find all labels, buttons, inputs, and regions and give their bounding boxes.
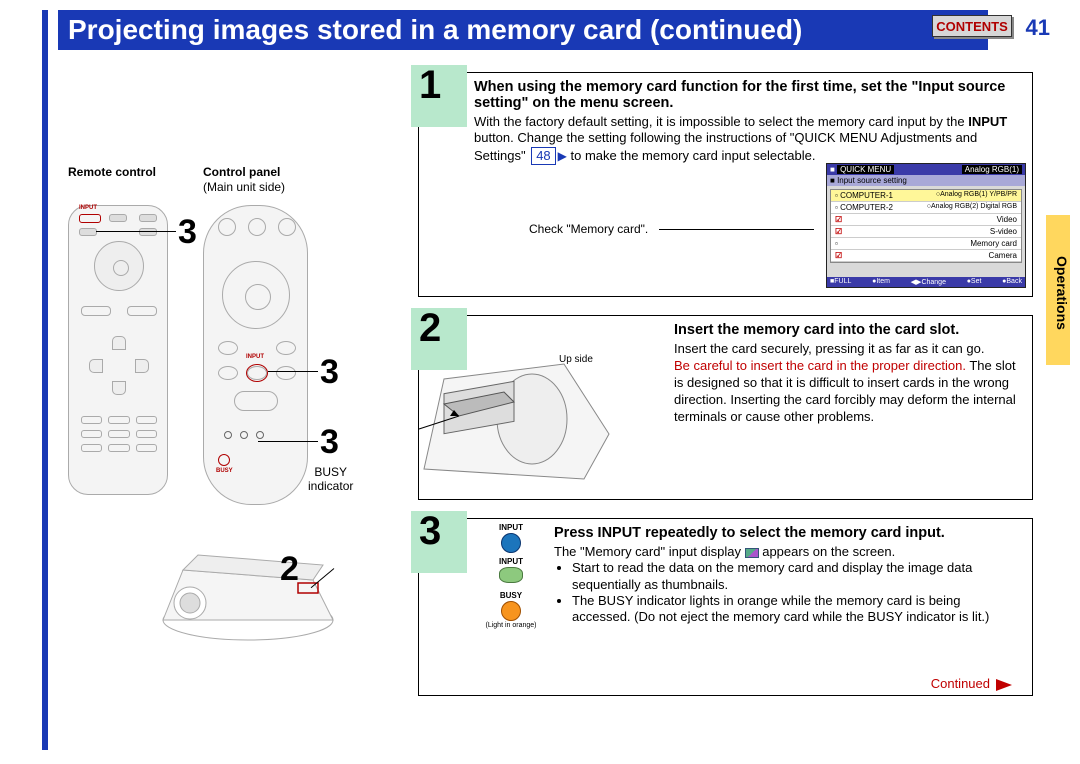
callout-line bbox=[659, 229, 814, 230]
step-1-box: 1 When using the memory card function fo… bbox=[418, 72, 1033, 297]
section-tab-operations[interactable]: Operations bbox=[1046, 215, 1070, 365]
step-ref-3: 3 bbox=[320, 353, 339, 392]
remote-arrows bbox=[89, 336, 149, 396]
busy-label: BUSY bbox=[471, 591, 551, 600]
qm-title: QUICK MENU bbox=[837, 165, 894, 174]
qm-mode: Analog RGB(1) bbox=[962, 165, 1022, 174]
manual-page: Projecting images stored in a memory car… bbox=[0, 0, 1080, 764]
text: Insert the card securely, pressing it as… bbox=[674, 341, 1022, 358]
text: appears on the screen. bbox=[762, 544, 895, 559]
busy-led-orange-icon bbox=[501, 601, 521, 621]
warning-text: Be careful to insert the card in the pro… bbox=[674, 358, 966, 373]
qm-sub: Input source setting bbox=[837, 176, 907, 185]
qm-item: COMPUTER-1 bbox=[840, 191, 893, 200]
step-1-badge: 1 bbox=[411, 65, 467, 127]
page-ref-link[interactable]: 48 bbox=[531, 147, 555, 165]
cp-row bbox=[218, 341, 296, 355]
cp-busy-led bbox=[218, 454, 230, 466]
text: With the factory default setting, it is … bbox=[474, 114, 968, 129]
control-panel-sublabel: (Main unit side) bbox=[203, 180, 285, 194]
input-bold: INPUT bbox=[968, 114, 1007, 129]
text: The "Memory card" input display bbox=[554, 544, 745, 559]
step-ref-2: 2 bbox=[280, 550, 299, 589]
busy-indicator-label: BUSY indicator bbox=[308, 465, 353, 493]
page-number: 41 bbox=[1026, 15, 1050, 41]
input-label: INPUT bbox=[471, 523, 551, 532]
left-rule bbox=[42, 10, 48, 750]
step-2-heading: Insert the memory card into the card slo… bbox=[674, 322, 1022, 338]
qm-item: Video bbox=[997, 215, 1017, 224]
remote-grid bbox=[81, 416, 157, 452]
step-3-body: Press INPUT repeatedly to select the mem… bbox=[554, 525, 1022, 625]
continued-label: Continued bbox=[931, 676, 1012, 691]
step-2-box: 2 Up side Insert the memory card into th… bbox=[418, 315, 1033, 500]
remote-btn bbox=[139, 228, 157, 236]
remote-row bbox=[81, 306, 157, 318]
qm-item-memory-card: Memory card bbox=[970, 239, 1017, 248]
content-area: Remote control Control panel (Main unit … bbox=[58, 60, 1040, 754]
light-in-orange-label: (Light in orange) bbox=[471, 622, 551, 629]
remote-input-label: INPUT bbox=[79, 205, 97, 211]
remote-dpad bbox=[94, 241, 144, 291]
memory-card-osd-icon bbox=[745, 548, 759, 558]
card-slot-illustration bbox=[414, 344, 614, 489]
step-1-body: With the factory default setting, it is … bbox=[474, 114, 1024, 165]
step-2-number: 2 bbox=[419, 308, 441, 348]
step-1-heading: When using the memory card function for … bbox=[474, 79, 1022, 111]
remote-control-label: Remote control bbox=[68, 165, 156, 179]
page-title: Projecting images stored in a memory car… bbox=[58, 10, 988, 50]
cp-input-label: INPUT bbox=[246, 354, 264, 360]
control-panel-label: Control panel bbox=[203, 165, 280, 179]
projector-illustration bbox=[138, 525, 338, 645]
step-ref-3: 3 bbox=[178, 213, 197, 252]
step-2-body: Insert the card securely, pressing it as… bbox=[674, 341, 1022, 425]
quick-menu-screenshot: ■ QUICK MENUAnalog RGB(1) ■ Input source… bbox=[826, 163, 1026, 288]
cp-input-highlight bbox=[246, 364, 268, 382]
input-button-blue-icon bbox=[501, 533, 521, 553]
cp-leds bbox=[224, 431, 264, 439]
step-3-box: 3 INPUT INPUT BUSY (Light in orange) Pre… bbox=[418, 518, 1033, 696]
cp-btn bbox=[218, 218, 236, 236]
step-3-number: 3 bbox=[419, 511, 441, 551]
remote-control-illustration: INPUT bbox=[68, 205, 168, 495]
step-ref-3: 3 bbox=[320, 423, 339, 462]
cp-busy-label: BUSY bbox=[216, 468, 233, 474]
step-3-heading: Press INPUT repeatedly to select the mem… bbox=[554, 525, 1022, 541]
qm-list: ▫ COMPUTER-1○Analog RGB(1) Y/PB/PR ▫ COM… bbox=[830, 189, 1022, 263]
text: to make the memory card input selectable… bbox=[567, 148, 816, 163]
bullet-text: Start to read the data on the memory car… bbox=[572, 560, 1022, 593]
page-ref-arrow-icon: ▶ bbox=[558, 149, 567, 163]
remote-btn bbox=[139, 214, 157, 222]
input-button-green-icon bbox=[499, 567, 523, 583]
input-label: INPUT bbox=[471, 557, 551, 566]
cp-btn bbox=[278, 218, 296, 236]
callout-line bbox=[258, 441, 318, 442]
step-3-badge: 3 bbox=[411, 511, 467, 573]
qm-item: COMPUTER-2 bbox=[840, 203, 893, 212]
cp-dpad bbox=[222, 261, 290, 329]
qm-item: S-video bbox=[990, 227, 1017, 236]
cp-btn bbox=[248, 218, 266, 236]
cp-standby bbox=[234, 391, 278, 411]
up-side-label: Up side bbox=[559, 354, 593, 365]
step-3-icons: INPUT INPUT BUSY (Light in orange) bbox=[471, 523, 551, 629]
callout-line bbox=[96, 231, 176, 232]
remote-input-button-highlight bbox=[79, 214, 101, 223]
remote-btn bbox=[109, 214, 127, 222]
check-memory-card-label: Check "Memory card". bbox=[529, 222, 648, 236]
callout-line bbox=[268, 371, 318, 372]
control-panel-illustration: INPUT BUSY bbox=[203, 205, 308, 505]
qm-item: Camera bbox=[989, 251, 1017, 260]
remote-btn bbox=[79, 228, 97, 236]
contents-button[interactable]: CONTENTS bbox=[932, 15, 1012, 37]
bullet-text: The BUSY indicator lights in orange whil… bbox=[572, 593, 1022, 626]
step-1-number: 1 bbox=[419, 65, 441, 105]
